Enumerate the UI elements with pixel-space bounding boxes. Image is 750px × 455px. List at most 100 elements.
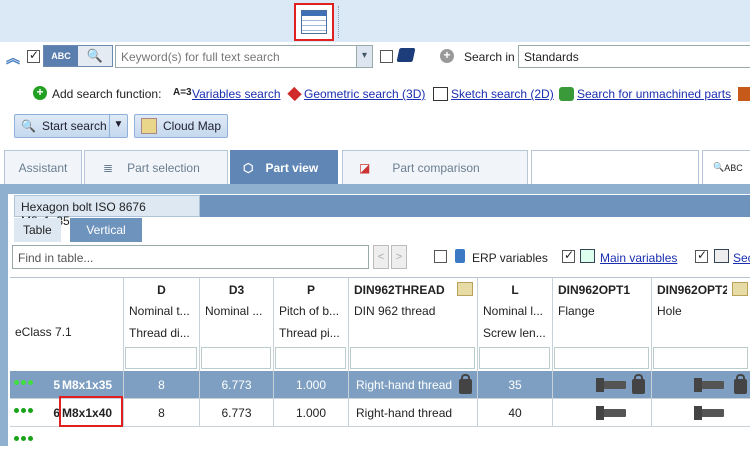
- tab-abc-label: ABC: [724, 162, 743, 173]
- tab-empty[interactable]: [531, 150, 699, 184]
- table-row: [10, 427, 750, 455]
- search-in-label: Search in: [464, 50, 515, 64]
- tab-assistant-label: Assistant: [18, 160, 68, 175]
- col-name: DIN962THREAD: [354, 283, 445, 297]
- cloud-map-button[interactable]: Cloud Map: [134, 114, 228, 138]
- header-col-L[interactable]: L Nominal l... Screw len...: [478, 278, 553, 371]
- header-eclass: eClass 7.1: [10, 278, 124, 371]
- magnifier-mode-icon[interactable]: 🔍: [78, 46, 112, 66]
- variables-search-link[interactable]: Variables search: [192, 87, 281, 101]
- geometric-search-link[interactable]: Geometric search (3D): [304, 87, 425, 101]
- sec-icon: [714, 249, 729, 263]
- start-search-label: Start search: [41, 119, 107, 133]
- part-title: Hexagon bolt ISO 8676 M8x1x35: [14, 195, 200, 228]
- sec-checkbox[interactable]: [695, 248, 708, 263]
- col-desc: Nominal t...: [129, 304, 190, 318]
- variables-grid-icon: [580, 249, 595, 263]
- header-col-D3[interactable]: D3 Nominal ...: [200, 278, 274, 371]
- bolt-hole-icon: [694, 378, 724, 392]
- abc-search-icon: 🔍: [713, 162, 725, 172]
- main-variables-checkbox[interactable]: [562, 248, 575, 263]
- cell-D: 8: [124, 399, 200, 427]
- fulltext-search-input[interactable]: Keyword(s) for full text search ▾: [115, 45, 373, 68]
- edit-pencil-icon[interactable]: [457, 282, 473, 296]
- add-circle-icon[interactable]: +: [440, 49, 454, 63]
- lock-icon: [459, 374, 472, 394]
- find-in-table-input[interactable]: Find in table...: [12, 245, 369, 269]
- search-dropdown-icon[interactable]: ▾: [356, 46, 372, 67]
- tab-abc-search[interactable]: 🔍 ABC: [702, 150, 750, 184]
- col-name: DIN962OPT2: [657, 283, 727, 297]
- column-filter-input[interactable]: [479, 347, 550, 369]
- cell-thread: Right-hand thread: [349, 399, 478, 427]
- tab-assistant[interactable]: Assistant: [4, 150, 82, 184]
- sec-link[interactable]: Sec: [733, 251, 750, 265]
- lock-icon: [734, 374, 747, 394]
- col-name: P: [306, 283, 315, 297]
- header-col-P[interactable]: P Pitch of b... Thread pi...: [274, 278, 349, 371]
- tab-part-selection[interactable]: ≣ Part selection: [84, 150, 228, 184]
- collapse-chevron-icon[interactable]: ︽: [6, 48, 20, 68]
- cell-D3: 6.773: [200, 399, 274, 427]
- tab-part-view[interactable]: ⬡ Part view: [230, 150, 338, 184]
- erp-variables-checkbox[interactable]: [434, 250, 447, 263]
- status-dots-icon: [14, 436, 33, 441]
- tab-part-comparison[interactable]: ◪ Part comparison: [342, 150, 528, 184]
- fulltext-checkbox[interactable]: [27, 48, 40, 63]
- header-col-D[interactable]: D Nominal t... Thread di...: [124, 278, 200, 371]
- bolt-flange-icon: [596, 406, 626, 420]
- table-view-button[interactable]: [294, 3, 334, 41]
- add-search-function-label: Add search function:: [52, 87, 162, 101]
- column-filter-input[interactable]: [554, 347, 649, 369]
- subtab-vertical[interactable]: Vertical: [70, 218, 142, 242]
- cell-D3: 6.773: [200, 371, 274, 399]
- row-name: M8x1x35: [62, 371, 124, 399]
- col-desc: Thread pi...: [279, 326, 340, 340]
- cell-L: 40: [478, 399, 553, 427]
- cube-icon: [287, 86, 302, 102]
- bolt-hole-icon: [694, 406, 724, 420]
- subtab-table[interactable]: Table: [14, 218, 61, 242]
- status-dots-icon: [14, 408, 33, 413]
- column-filter-input[interactable]: [653, 347, 748, 369]
- col-name: DIN962OPT1: [558, 283, 631, 297]
- cloud-map-label: Cloud Map: [163, 119, 222, 133]
- prev-match-button[interactable]: <: [373, 245, 389, 269]
- column-filter-input[interactable]: [125, 347, 197, 369]
- col-desc: Pitch of b...: [279, 304, 340, 318]
- sketch-search-link[interactable]: Sketch search (2D): [451, 87, 554, 101]
- cell-L: 35: [478, 371, 553, 399]
- chevron-down-icon[interactable]: ▼: [109, 115, 127, 137]
- status-dots-icon: [14, 380, 33, 385]
- catalog-book-icon: [396, 48, 416, 62]
- header-col-DIN962THREAD[interactable]: DIN962THREAD DIN 962 thread: [349, 278, 478, 371]
- column-filter-input[interactable]: [350, 347, 475, 369]
- cell-P: 1.000: [274, 399, 349, 427]
- start-search-button[interactable]: 🔍 Start search ▼: [14, 114, 128, 138]
- eclass-label: eClass 7.1: [15, 325, 72, 339]
- edit-pencil-icon[interactable]: [732, 282, 748, 296]
- col-desc: Hole: [657, 304, 682, 318]
- unmachined-search-link[interactable]: Search for unmachined parts: [577, 87, 731, 101]
- add-search-function-icon[interactable]: +: [33, 86, 47, 100]
- catalog-checkbox[interactable]: [380, 50, 393, 63]
- bolt-flange-icon: [596, 378, 626, 392]
- table-row[interactable]: 5 M8x1x35 8 6.773 1.000 Right-hand threa…: [10, 371, 750, 399]
- search-mode-toggle[interactable]: ABC 🔍: [43, 45, 113, 67]
- search-in-select[interactable]: Standards: [518, 45, 750, 68]
- col-name: D: [157, 283, 166, 297]
- unmachined-icon: [559, 87, 574, 101]
- cell-D: 8: [124, 371, 200, 399]
- table-icon: [301, 10, 327, 34]
- header-col-DIN962OPT2[interactable]: DIN962OPT2 Hole: [652, 278, 750, 371]
- sketch-icon: [433, 87, 448, 101]
- column-filter-input[interactable]: [201, 347, 271, 369]
- next-match-button[interactable]: >: [391, 245, 407, 269]
- more-icon: [738, 87, 750, 101]
- main-variables-link[interactable]: Main variables: [600, 251, 677, 265]
- abc-mode-button[interactable]: ABC: [44, 46, 78, 66]
- map-icon: [141, 118, 157, 134]
- header-col-DIN962OPT1[interactable]: DIN962OPT1 Flange: [553, 278, 652, 371]
- column-filter-input[interactable]: [275, 347, 346, 369]
- col-desc: [205, 326, 268, 348]
